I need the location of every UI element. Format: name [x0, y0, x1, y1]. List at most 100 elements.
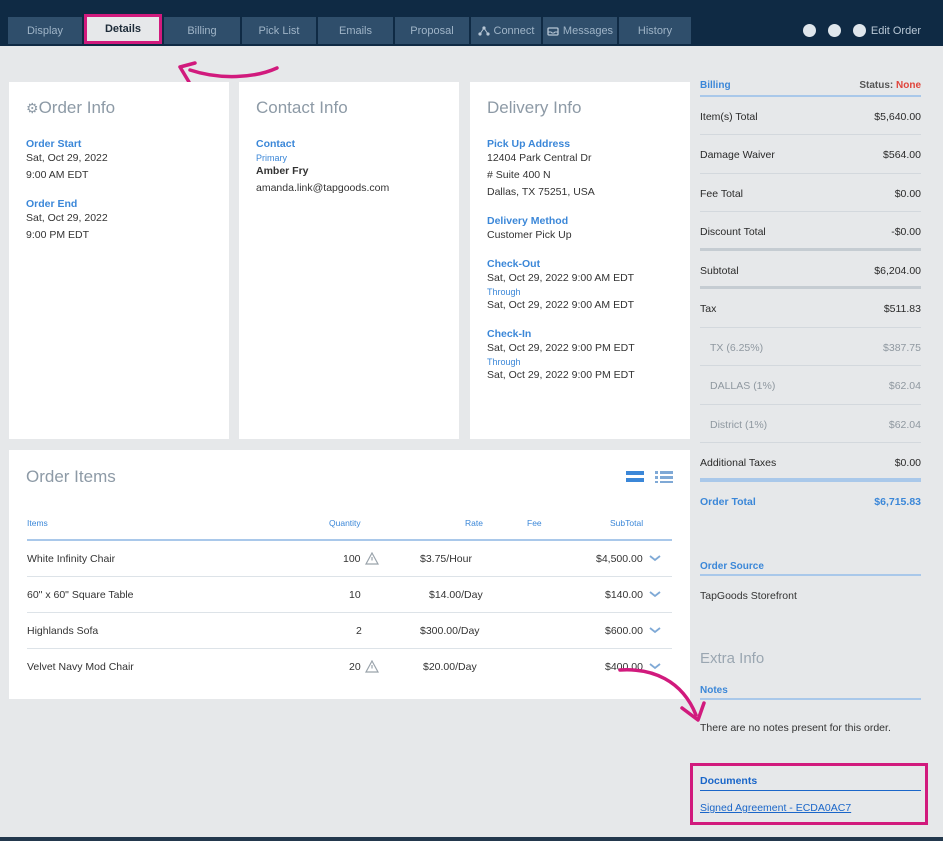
checkin-from: Sat, Oct 29, 2022 9:00 PM EDT: [487, 342, 635, 354]
edit-order-label: Edit Order: [870, 24, 921, 37]
order-total-row: Order Total $6,715.83: [700, 482, 921, 521]
billing-value: $5,640.00: [874, 111, 921, 123]
tab-details[interactable]: Details: [84, 14, 162, 44]
order-info-title: Order Info: [38, 98, 116, 117]
chevron-down-icon[interactable]: [648, 589, 662, 599]
status-label: Status:: [859, 80, 894, 91]
delivery-info-card: Delivery Info Pick Up Address 12404 Park…: [470, 82, 690, 439]
copy-icon[interactable]: [827, 24, 841, 37]
table-row[interactable]: White Infinity Chair 100 $3.75/Hour $4,5…: [27, 541, 672, 577]
tab-display[interactable]: Display: [8, 17, 82, 44]
signed-agreement-link[interactable]: Signed Agreement - ECDA0AC7: [700, 802, 921, 814]
item-qty: 100: [343, 553, 361, 565]
billing-summary: Billing Status: None Item(s) Total $5,640…: [700, 80, 921, 520]
contact-name: Amber Fry: [256, 165, 309, 177]
chevron-down-icon[interactable]: [648, 625, 662, 635]
extra-info-title: Extra Info: [700, 650, 765, 667]
chevron-down-icon[interactable]: [648, 553, 662, 563]
billing-value: $62.04: [888, 418, 921, 431]
tab-billing[interactable]: Billing: [164, 17, 240, 44]
item-qty: 20: [349, 661, 361, 673]
bottom-edge: [0, 837, 943, 841]
table-row[interactable]: Velvet Navy Mod Chair 20 $20.00/Day $400…: [27, 649, 672, 685]
print-icon[interactable]: [802, 24, 816, 37]
documents-section: Documents Signed Agreement - ECDA0AC7: [700, 775, 921, 814]
item-name: White Infinity Chair: [27, 553, 116, 565]
billing-label: TX (6.25%): [710, 341, 764, 354]
tab-history[interactable]: History: [619, 17, 691, 44]
item-name: 60" x 60" Square Table: [27, 589, 134, 601]
checkout-label: Check-Out: [487, 258, 541, 270]
delivery-info-title: Delivery Info: [487, 98, 582, 117]
billing-value: $0.00: [894, 457, 921, 469]
checkin-label: Check-In: [487, 328, 532, 340]
order-items-header: Items Quantity Rate Fee SubTotal: [27, 518, 672, 532]
top-nav-bar: Display Details Billing Pick List Emails…: [0, 0, 943, 46]
documents-divider: [700, 790, 921, 791]
item-rate: $14.00/Day: [429, 589, 483, 601]
item-qty: 2: [356, 625, 362, 637]
order-end-time: 9:00 PM EDT: [26, 229, 90, 241]
notes-divider: [700, 698, 921, 700]
billing-label: Tax: [700, 303, 717, 315]
edit-order-button[interactable]: Edit Order: [852, 24, 921, 37]
detail-view-icon[interactable]: [655, 471, 673, 483]
tab-label: History: [637, 24, 673, 37]
order-total-label: Order Total: [700, 495, 756, 508]
billing-row: Tax $511.83: [700, 289, 921, 328]
notes-text: There are no notes present for this orde…: [700, 722, 891, 734]
table-row[interactable]: 60" x 60" Square Table 10 $14.00/Day $14…: [27, 577, 672, 613]
gear-icon[interactable]: ⚙: [26, 100, 39, 116]
tab-proposal[interactable]: Proposal: [395, 17, 469, 44]
annotation-arrow-notes: [618, 668, 706, 722]
address-line: Dallas, TX 75251, USA: [487, 186, 595, 198]
billing-value: $564.00: [883, 149, 921, 161]
warning-icon[interactable]: [365, 660, 379, 673]
item-rate: $3.75/Hour: [420, 553, 472, 565]
tab-messages[interactable]: Messages: [543, 17, 617, 44]
billing-label: Damage Waiver: [700, 149, 775, 161]
tab-connect[interactable]: Connect: [471, 17, 541, 44]
contact-email[interactable]: amanda.link@tapgoods.com: [256, 180, 442, 197]
order-total-value: $6,715.83: [874, 495, 921, 508]
item-name: Velvet Navy Mod Chair: [27, 661, 134, 673]
order-info-card: ⚙Order Info Order Start Sat, Oct 29, 202…: [9, 82, 229, 439]
billing-value: $387.75: [883, 341, 921, 354]
order-source-title: Order Source: [700, 561, 764, 572]
documents-label: Documents: [700, 775, 758, 787]
order-source-value: TapGoods Storefront: [700, 590, 797, 602]
billing-row: Discount Total -$0.00: [700, 212, 921, 251]
col-items: Items: [27, 518, 48, 528]
address-line: 12404 Park Central Dr: [487, 152, 592, 164]
col-quantity: Quantity: [329, 518, 361, 528]
contact-info-title: Contact Info: [256, 98, 348, 117]
address-line: # Suite 400 N: [487, 169, 551, 181]
billing-value: $6,204.00: [874, 264, 921, 277]
billing-label: Fee Total: [700, 187, 743, 200]
pencil-icon: [852, 24, 866, 37]
primary-label: Primary: [256, 153, 287, 163]
billing-row: Item(s) Total $5,640.00: [700, 97, 921, 135]
list-view-icon[interactable]: [626, 471, 644, 483]
tab-pick-list[interactable]: Pick List: [242, 17, 316, 44]
table-row[interactable]: Highlands Sofa 2 $300.00/Day $600.00: [27, 613, 672, 649]
order-items-title: Order Items: [26, 467, 116, 486]
order-items-card: Order Items Items Quantity Rate Fee SubT…: [9, 450, 690, 699]
through-label: Through: [487, 287, 521, 297]
billing-title[interactable]: Billing: [700, 80, 731, 91]
connect-icon: [477, 25, 490, 36]
item-qty: 10: [349, 589, 361, 601]
item-rate: $300.00/Day: [420, 625, 480, 637]
warning-icon[interactable]: [365, 552, 379, 565]
extra-info-section: Extra Info Notes There are no notes pres…: [700, 650, 921, 734]
order-end-date: Sat, Oct 29, 2022: [26, 212, 108, 224]
inbox-icon: [547, 26, 559, 36]
through-label: Through: [487, 357, 521, 367]
tab-label: Display: [26, 24, 64, 37]
contact-label: Contact: [256, 138, 296, 150]
order-start-label: Order Start: [26, 138, 82, 150]
tab-label: Connect: [493, 24, 535, 37]
item-name: Highlands Sofa: [27, 625, 99, 637]
billing-value: $0.00: [894, 187, 921, 200]
tab-emails[interactable]: Emails: [318, 17, 393, 44]
